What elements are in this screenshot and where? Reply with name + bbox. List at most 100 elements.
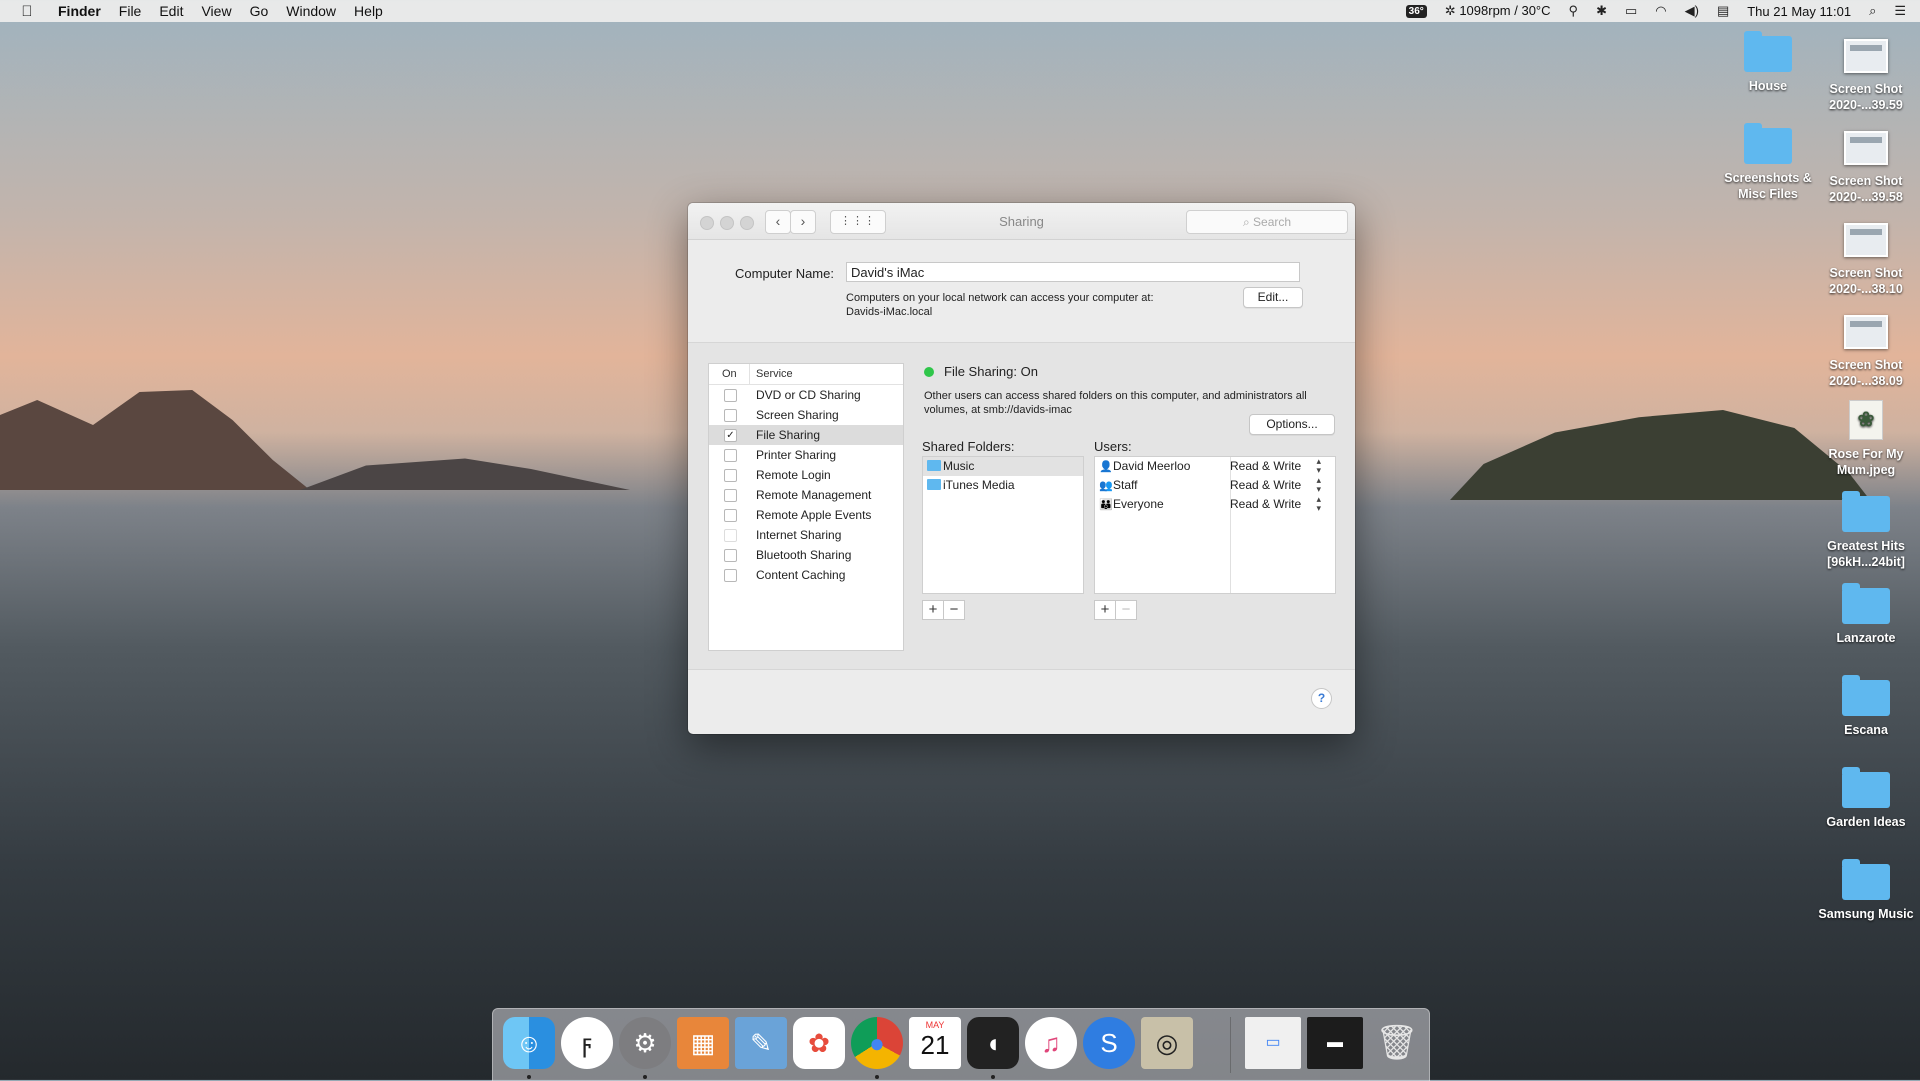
service-checkbox[interactable] [724,389,737,402]
updown-arrows-icon: ▴ ▾ [1316,475,1321,494]
menu-help[interactable]: Help [354,3,383,19]
menu-window[interactable]: Window [286,3,336,19]
service-label: Remote Management [756,488,872,502]
user-row[interactable]: 👥Staff Read & Write ▴ ▾ [1095,476,1335,495]
shared-folder-row[interactable]: iTunes Media [923,476,1083,495]
screenshot-thumbnail-icon [1844,131,1888,165]
permission-select[interactable]: Read & Write ▴ ▾ [1230,457,1325,476]
window-titlebar[interactable]: ‹ › ⋮⋮⋮ Sharing ⌕ Search [688,203,1355,240]
folder-icon [927,460,941,471]
computer-name-input[interactable]: David's iMac [846,262,1300,282]
dock-separator [1230,1017,1231,1073]
desktop-icon-escana[interactable]: Escana [1818,675,1914,738]
desktop-icon-house[interactable]: House [1720,31,1816,94]
shared-folder-row[interactable]: Music [923,457,1083,476]
service-row-internet-sharing[interactable]: Internet Sharing [709,525,903,545]
wifi-icon[interactable]: ◠ [1655,3,1666,19]
fing-icon[interactable]: ⚲ [1569,3,1579,19]
desktop-icon-screenshot[interactable]: Screen Shot 2020-...38.10 [1818,220,1914,297]
remove-shared-folder-button[interactable]: − [943,600,965,620]
service-row-printer-sharing[interactable]: Printer Sharing [709,445,903,465]
shared-folder-name: iTunes Media [943,478,1015,492]
help-button[interactable]: ? [1311,688,1332,709]
dock-speaker-app-icon[interactable]: ◎ [1141,1017,1193,1069]
desktop-icon-lanzarote[interactable]: Lanzarote [1818,583,1914,646]
shared-folders-list[interactable]: Music iTunes Media [922,456,1084,594]
service-row-screen-sharing[interactable]: Screen Sharing [709,405,903,425]
apple-menu-icon[interactable]:  [16,3,38,20]
dock-calendar-icon[interactable]: MAY 21 [909,1017,961,1069]
dock-calculator-icon[interactable]: ▦ [677,1017,729,1069]
dock-trash-icon[interactable]: 🗑 [1371,1017,1423,1069]
service-row-bluetooth-sharing[interactable]: Bluetooth Sharing [709,545,903,565]
dock-preview-icon[interactable]: ✎ [735,1017,787,1069]
spotlight-search-icon[interactable]: ⌕ [1869,3,1876,19]
add-shared-folder-button[interactable]: + [922,600,944,620]
edit-button[interactable]: Edit... [1243,287,1303,308]
users-list[interactable]: 👤David Meerloo Read & Write ▴ ▾ 👥Staff Rea… [1094,456,1336,594]
service-checkbox-checked[interactable]: ✓ [724,429,737,442]
running-indicator [643,1075,647,1079]
desktop-icon-samsung-music[interactable]: Samsung Music [1818,859,1914,922]
wallpaper-island-left [0,390,310,490]
desktop-icon-screenshot[interactable]: Screen Shot 2020-...38.09 [1818,312,1914,389]
options-button[interactable]: Options... [1249,414,1335,435]
dock-chrome-icon[interactable]: ● [851,1017,903,1069]
menu-go[interactable]: Go [250,3,269,19]
permission-select[interactable]: Read & Write ▴ ▾ [1230,476,1325,495]
desktop-icon-rose-image[interactable]: ❀ Rose For My Mum.jpeg [1818,400,1914,478]
service-row-remote-apple-events[interactable]: Remote Apple Events [709,505,903,525]
sharing-window: ‹ › ⋮⋮⋮ Sharing ⌕ Search Computer Name: … [688,203,1355,734]
dock-finder-icon[interactable]: ☺ [503,1017,555,1069]
airplay-icon[interactable]: ▭ [1625,3,1637,19]
service-checkbox[interactable] [724,449,737,462]
desktop-icon-screenshot[interactable]: Screen Shot 2020-...39.59 [1818,36,1914,113]
search-field[interactable]: ⌕ Search [1186,210,1348,234]
menu-view[interactable]: View [201,3,231,19]
service-row-remote-management[interactable]: Remote Management [709,485,903,505]
service-checkbox[interactable] [724,549,737,562]
permission-select[interactable]: Read & Write ▴ ▾ [1230,495,1325,514]
menu-edit[interactable]: Edit [159,3,183,19]
user-row[interactable]: 👤David Meerloo Read & Write ▴ ▾ [1095,457,1335,476]
service-checkbox[interactable] [724,409,737,422]
dock-system-preferences-icon[interactable]: ⚙ [619,1017,671,1069]
clock[interactable]: Thu 21 May 11:01 [1747,4,1851,19]
service-row-file-sharing[interactable]: ✓ File Sharing [709,425,903,445]
remove-user-button[interactable]: − [1115,600,1137,620]
services-list[interactable]: On Service DVD or CD Sharing Screen Shar… [708,363,904,651]
dock-shazam-icon[interactable]: S [1083,1017,1135,1069]
service-checkbox[interactable] [724,529,737,542]
bluetooth-icon[interactable]: ✱ [1596,3,1607,19]
service-row-remote-login[interactable]: Remote Login [709,465,903,485]
menu-app-finder[interactable]: Finder [58,3,101,19]
desktop-icon-garden-ideas[interactable]: Garden Ideas [1818,767,1914,830]
desktop-icon-screenshots-folder[interactable]: Screenshots & Misc Files [1720,123,1816,202]
user-row[interactable]: 👪Everyone Read & Write ▴ ▾ [1095,495,1335,514]
menu-file[interactable]: File [119,3,142,19]
dock-minimized-window-icon[interactable]: ▬ [1307,1017,1363,1069]
notification-center-icon[interactable]: ☰ [1894,3,1906,19]
running-indicator [875,1075,879,1079]
fan-speed-status[interactable]: ✲ 1098rpm / 30°C [1445,3,1551,19]
service-checkbox[interactable] [724,489,737,502]
service-checkbox[interactable] [724,509,737,522]
add-user-button[interactable]: + [1094,600,1116,620]
service-checkbox[interactable] [724,469,737,482]
dock-photos-icon[interactable]: ✿ [793,1017,845,1069]
temperature-badge[interactable]: 36° [1405,4,1427,18]
dock-fing-icon[interactable]: ϝ [561,1017,613,1069]
desktop-icon-screenshot[interactable]: Screen Shot 2020-...39.58 [1818,128,1914,205]
volume-icon[interactable]: ◀) [1685,3,1699,19]
service-row-content-caching[interactable]: Content Caching [709,565,903,585]
input-source-icon[interactable]: ▤ [1717,3,1729,19]
dock-podcast-player-icon[interactable]: ◖ [967,1017,1019,1069]
running-indicator [527,1075,531,1079]
service-label: Screen Sharing [756,408,839,422]
dock-chrome-minimized-window-icon[interactable]: ▭ [1245,1017,1301,1069]
dock-itunes-icon[interactable]: ♫ [1025,1017,1077,1069]
service-label: Printer Sharing [756,448,837,462]
service-checkbox[interactable] [724,569,737,582]
desktop-icon-greatest-hits[interactable]: Greatest Hits [96kH...24bit] [1818,491,1914,570]
service-row-dvd-cd[interactable]: DVD or CD Sharing [709,385,903,405]
